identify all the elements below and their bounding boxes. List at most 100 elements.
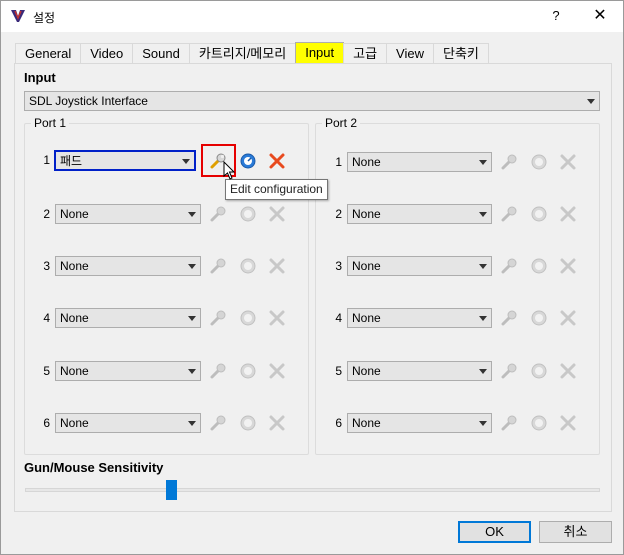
port1-row-number: 5	[43, 364, 50, 378]
input-interface-value: SDL Joystick Interface	[29, 94, 148, 108]
port2-group: Port 2	[315, 116, 600, 455]
gauge-icon[interactable]	[529, 204, 549, 224]
input-interface-select[interactable]: SDL Joystick Interface	[24, 91, 600, 111]
port2-device-select[interactable]: None	[347, 413, 492, 433]
port1-device-value: None	[60, 207, 89, 221]
gauge-icon[interactable]	[238, 204, 258, 224]
chevron-down-icon	[182, 159, 190, 164]
wrench-icon[interactable]	[499, 256, 519, 276]
port1-device-value: None	[60, 259, 89, 273]
port1-row-number: 4	[43, 311, 50, 325]
gauge-icon[interactable]	[529, 256, 549, 276]
port1-row-number: 3	[43, 259, 50, 273]
tab-general[interactable]: General	[15, 43, 82, 64]
port2-device-value: None	[352, 259, 381, 273]
close-x-icon[interactable]	[267, 361, 287, 381]
close-x-icon[interactable]	[267, 151, 287, 171]
gauge-icon[interactable]	[529, 361, 549, 381]
port2-row-number: 6	[335, 416, 342, 430]
tab-input[interactable]: Input	[295, 42, 345, 64]
close-x-icon[interactable]	[558, 308, 578, 328]
gauge-icon[interactable]	[238, 413, 258, 433]
port2-device-select[interactable]: None	[347, 152, 492, 172]
port1-row-number: 1	[43, 153, 50, 167]
port2-row-number: 3	[335, 259, 342, 273]
port2-device-value: None	[352, 207, 381, 221]
window-title: 설정	[33, 11, 56, 25]
gauge-icon[interactable]	[529, 413, 549, 433]
port1-device-select[interactable]: None	[55, 308, 201, 328]
port1-title: Port 1	[31, 116, 70, 130]
settings-dialog: 설정 ? ✕ General Video Sound 카트리지/메모리 Inpu…	[0, 0, 624, 555]
ok-button[interactable]: OK	[458, 521, 531, 543]
port1-device-select[interactable]: None	[55, 413, 201, 433]
gauge-icon[interactable]	[238, 256, 258, 276]
wrench-icon[interactable]	[208, 256, 228, 276]
gauge-icon[interactable]	[529, 308, 549, 328]
chevron-down-icon	[188, 369, 196, 374]
chevron-down-icon	[188, 316, 196, 321]
wrench-icon[interactable]	[499, 204, 519, 224]
port2-row-number: 4	[335, 311, 342, 325]
port1-device-select[interactable]: None	[55, 204, 201, 224]
chevron-down-icon	[479, 421, 487, 426]
wrench-icon[interactable]	[499, 152, 519, 172]
close-x-icon[interactable]	[267, 308, 287, 328]
port2-title: Port 2	[322, 116, 361, 130]
wrench-icon[interactable]	[208, 204, 228, 224]
gauge-icon[interactable]	[529, 152, 549, 172]
title-bar: 설정 ? ✕	[1, 1, 623, 32]
port1-device-select[interactable]: None	[55, 361, 201, 381]
cancel-button[interactable]: 취소	[539, 521, 612, 543]
port1-device-value: None	[60, 364, 89, 378]
sensitivity-label: Gun/Mouse Sensitivity	[24, 460, 164, 475]
close-x-icon[interactable]	[558, 256, 578, 276]
input-heading: Input	[24, 70, 56, 85]
port2-device-select[interactable]: None	[347, 204, 492, 224]
chevron-down-icon	[188, 421, 196, 426]
app-logo-icon	[11, 10, 25, 22]
port2-device-select[interactable]: None	[347, 361, 492, 381]
close-x-icon[interactable]	[558, 361, 578, 381]
wrench-icon[interactable]	[208, 361, 228, 381]
port1-device-value: None	[60, 311, 89, 325]
port1-row-number: 6	[43, 416, 50, 430]
wrench-icon[interactable]	[499, 308, 519, 328]
close-x-icon[interactable]	[558, 204, 578, 224]
port2-device-select[interactable]: None	[347, 308, 492, 328]
port2-device-value: None	[352, 364, 381, 378]
chevron-down-icon	[479, 264, 487, 269]
wrench-icon[interactable]	[499, 413, 519, 433]
tab-cartridge-memory[interactable]: 카트리지/메모리	[188, 43, 297, 64]
port1-device-select[interactable]: 패드	[54, 150, 196, 171]
gauge-icon[interactable]	[238, 361, 258, 381]
wrench-icon[interactable]	[208, 413, 228, 433]
chevron-down-icon	[479, 369, 487, 374]
close-x-icon[interactable]	[558, 413, 578, 433]
chevron-down-icon	[587, 99, 595, 104]
tooltip: Edit configuration	[225, 179, 328, 200]
tab-shortcuts[interactable]: 단축키	[433, 43, 489, 64]
sensitivity-slider-track[interactable]	[25, 488, 600, 492]
close-x-icon[interactable]	[267, 204, 287, 224]
tab-view[interactable]: View	[386, 43, 434, 64]
chevron-down-icon	[188, 264, 196, 269]
port1-row-number: 2	[43, 207, 50, 221]
port1-device-select[interactable]: None	[55, 256, 201, 276]
gauge-icon[interactable]	[238, 308, 258, 328]
close-x-icon[interactable]	[558, 152, 578, 172]
close-x-icon[interactable]	[267, 256, 287, 276]
port2-device-value: None	[352, 416, 381, 430]
port2-row-number: 2	[335, 207, 342, 221]
close-x-icon[interactable]	[267, 413, 287, 433]
tab-video[interactable]: Video	[80, 43, 134, 64]
gauge-icon[interactable]	[238, 151, 258, 171]
close-button[interactable]: ✕	[585, 5, 615, 27]
wrench-icon[interactable]	[499, 361, 519, 381]
help-button[interactable]: ?	[541, 5, 571, 27]
sensitivity-slider-thumb[interactable]	[166, 480, 177, 500]
tab-sound[interactable]: Sound	[132, 43, 190, 64]
tab-advanced[interactable]: 고급	[343, 43, 388, 64]
wrench-icon[interactable]	[208, 308, 228, 328]
port2-device-select[interactable]: None	[347, 256, 492, 276]
